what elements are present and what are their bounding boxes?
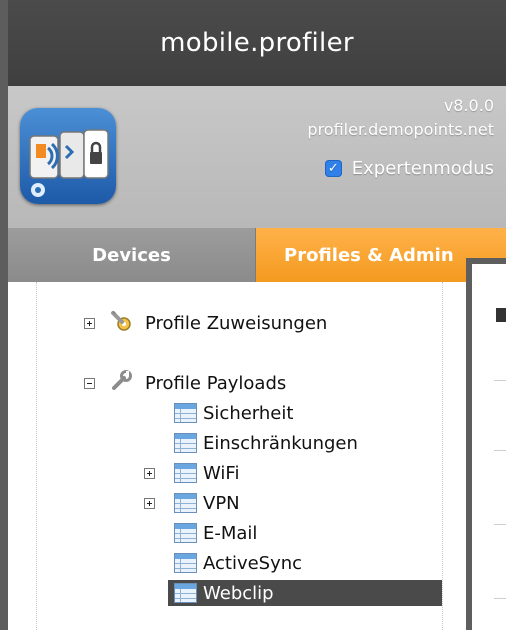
tree-item-webclip[interactable]: Webclip [168, 580, 442, 606]
tree-item-label: Webclip [203, 582, 274, 604]
tab-devices[interactable]: Devices [8, 228, 256, 282]
expand-plus-icon[interactable] [144, 467, 155, 479]
tree-item-label: Sicherheit [203, 402, 294, 424]
collapse-minus-icon[interactable] [84, 377, 95, 389]
tree-item-label: E-Mail [203, 522, 258, 544]
tree-item-profile-assignments[interactable]: Profile Zuweisungen [84, 310, 327, 336]
table-icon [174, 403, 197, 423]
tree-item-label: ActiveSync [203, 552, 303, 574]
tree-item-label: VPN [203, 492, 240, 514]
table-icon [174, 583, 197, 603]
info-panel: v8.0.0 profiler.demopoints.net ✓ Experte… [8, 86, 506, 228]
tree-item-label: Einschränkungen [203, 432, 358, 454]
checkbox-checked-icon[interactable]: ✓ [324, 160, 342, 177]
version-label: v8.0.0 [443, 96, 494, 115]
tree-item-vpn[interactable]: VPN [144, 490, 240, 516]
expand-plus-icon[interactable] [144, 497, 155, 509]
dialog-divider [494, 598, 506, 599]
table-icon [174, 493, 197, 513]
tree-panel: Profile Zuweisungen Profile Payloads Sic… [8, 282, 506, 630]
window-edge [0, 0, 8, 630]
app-title: mobile.profiler [8, 0, 506, 86]
table-icon [174, 463, 197, 483]
app-logo-icon [20, 108, 116, 204]
tree-item-label: WiFi [203, 462, 240, 484]
tree-item-wifi[interactable]: WiFi [144, 460, 239, 486]
dialog-divider [494, 450, 506, 451]
expand-plus-icon[interactable] [84, 317, 95, 329]
tree-item-label: Profile Payloads [145, 372, 287, 394]
table-icon [174, 433, 197, 453]
tree-item-profile-payloads[interactable]: Profile Payloads [84, 369, 287, 398]
dialog-icon [496, 308, 506, 322]
tree-item-sicherheit[interactable]: Sicherheit [174, 400, 293, 426]
overlay-dialog-edge[interactable] [466, 258, 506, 630]
tree-guide-left [36, 282, 37, 630]
table-icon [174, 523, 197, 543]
dialog-divider [494, 524, 506, 525]
tree-item-activesync[interactable]: ActiveSync [174, 550, 302, 576]
dialog-divider [494, 380, 506, 381]
wrench-icon [109, 369, 133, 398]
expert-mode-toggle[interactable]: ✓ Expertenmodus [324, 158, 494, 179]
expert-mode-label: Expertenmodus [351, 158, 494, 179]
table-icon [174, 553, 197, 573]
tree-guide-right [442, 282, 443, 630]
tree-item-email[interactable]: E-Mail [174, 520, 257, 546]
main-tabs: Devices Profiles & Admin [8, 228, 506, 282]
wrench-gear-icon [109, 309, 133, 338]
tree-item-label: Profile Zuweisungen [145, 312, 328, 334]
tree-item-einschraenkungen[interactable]: Einschränkungen [174, 430, 358, 456]
server-label: profiler.demopoints.net [307, 120, 494, 139]
